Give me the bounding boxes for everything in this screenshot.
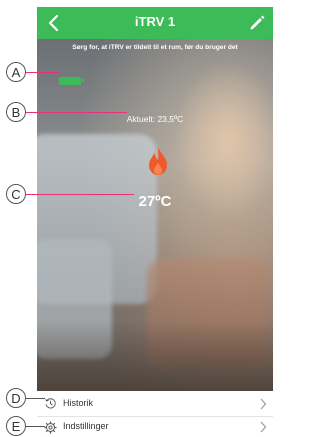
leader-line-a <box>26 72 59 73</box>
phone-screen: iTRV 1 Sørg for, at iTRV er tildelt til … <box>37 7 273 437</box>
callout-e: E <box>6 416 26 436</box>
chevron-right-icon <box>260 398 267 410</box>
setpoint-temperature[interactable]: 27ºC <box>37 193 273 210</box>
chevron-left-icon[interactable] <box>43 11 65 35</box>
history-icon <box>45 398 56 409</box>
current-temperature: Aktuelt: 23,5ºC <box>126 114 184 124</box>
leader-line-c <box>26 194 134 195</box>
leader-line-b <box>26 112 127 113</box>
callout-b: B <box>6 102 26 122</box>
room-background: Sørg for, at iTRV er tildelt til et rum,… <box>37 39 273 391</box>
app-header: iTRV 1 <box>37 7 273 39</box>
leader-line-d <box>26 398 45 399</box>
history-label: Historik <box>63 398 94 408</box>
history-row[interactable]: Historik <box>37 391 273 417</box>
chevron-right-icon <box>260 421 267 433</box>
flame-icon <box>149 147 167 175</box>
battery-icon <box>59 77 84 85</box>
page-title: iTRV 1 <box>134 14 176 29</box>
gear-icon <box>44 421 57 434</box>
floor-shadow <box>37 321 273 391</box>
assign-room-notice: Sørg for, at iTRV er tildelt til et rum,… <box>72 44 238 51</box>
pencil-icon[interactable] <box>247 13 267 33</box>
callout-c: C <box>6 184 26 204</box>
leader-line-e <box>26 426 45 427</box>
callout-d: D <box>6 388 26 408</box>
settings-row[interactable]: Indstillinger <box>37 417 273 437</box>
settings-label: Indstillinger <box>63 421 109 431</box>
callout-a: A <box>6 62 26 82</box>
